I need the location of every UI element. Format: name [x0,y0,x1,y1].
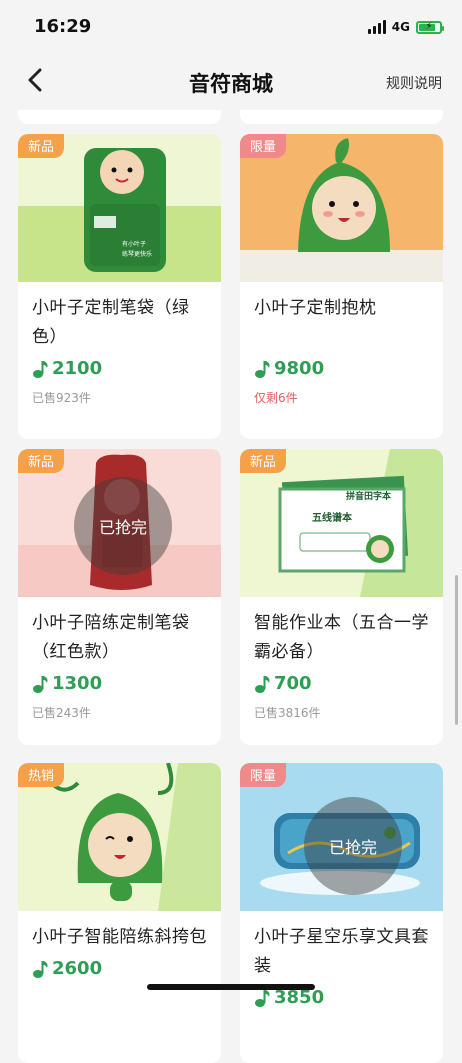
product-name: 小叶子定制笔袋（绿色） [32,298,190,347]
music-note-icon [255,675,270,693]
product-image: 有小叶子 练琴更快乐 新品 [18,134,221,282]
product-name: 小叶子智能陪练斜挎包 [32,927,207,947]
product-card-pillow[interactable]: 限量 小叶子定制抱枕 9800 仅剩6件 [240,134,443,439]
product-price: 1300 [32,673,207,694]
svg-text:有小叶子: 有小叶子 [122,240,146,248]
rules-link[interactable]: 规则说明 [386,73,442,93]
product-tag: 新品 [240,449,287,473]
product-price: 2100 [32,358,207,379]
scrollbar[interactable] [455,575,458,725]
sales-count: 已售243件 [32,706,91,720]
product-card-homework-book[interactable]: 五线谱本 拼音田字本 新品 智能作业本（五合一学霸必备） 700 已售3816件 [240,449,443,745]
sold-out-badge: 已抢完 [304,797,402,895]
product-card-green-pencil-case[interactable]: 有小叶子 练琴更快乐 新品 小叶子定制笔袋（绿色） 2100 已售923件 [18,134,221,439]
product-name: 智能作业本（五合一学霸必备） [254,613,429,662]
product-card-stationery-set[interactable]: 已抢完 限量 小叶子星空乐享文具套装 3850 [240,763,443,1063]
music-note-icon [33,960,48,978]
product-price: 700 [254,673,429,694]
product-tag: 限量 [240,763,287,787]
nav-bar: 音符商城 规则说明 [0,52,462,110]
music-note-icon [255,360,270,378]
product-price: 2600 [32,958,207,979]
product-card-red-pencil-case[interactable]: 已抢完 新品 小叶子陪练定制笔袋（红色款） 1300 已售243件 [18,449,221,745]
product-name: 小叶子星空乐享文具套装 [254,927,429,976]
sales-count: 已售3816件 [254,706,321,720]
sales-count: 已售923件 [32,391,91,405]
product-tag: 新品 [18,449,65,473]
product-price: 9800 [254,358,429,379]
product-tag: 新品 [18,134,65,158]
product-tag: 热销 [18,763,65,787]
svg-text:五线谱本: 五线谱本 [312,511,353,524]
music-note-icon [33,675,48,693]
product-card-crossbody-bag[interactable]: 热销 小叶子智能陪练斜挎包 2600 [18,763,221,1063]
home-indicator[interactable] [147,984,315,990]
product-image: 已抢完 限量 [240,763,443,911]
product-image: 已抢完 新品 [18,449,221,597]
product-image: 热销 [18,763,221,911]
signal-icon [367,20,386,34]
product-price: 3850 [254,987,429,1008]
card-stub-right [240,110,443,124]
product-image: 限量 [240,134,443,282]
system-icons: 4G ⚡ [367,18,444,36]
svg-text:练琴更快乐: 练琴更快乐 [122,250,152,258]
battery-charging-icon: ⚡ [416,20,444,34]
status-time: 16:29 [34,16,92,37]
product-image: 五线谱本 拼音田字本 新品 [240,449,443,597]
sold-out-badge: 已抢完 [74,477,172,575]
svg-text:拼音田字本: 拼音田字本 [346,490,392,502]
music-note-icon [33,360,48,378]
network-type: 4G [391,20,410,34]
product-tag: 限量 [240,134,287,158]
product-name: 小叶子陪练定制笔袋（红色款） [32,613,190,662]
product-name: 小叶子定制抱枕 [254,298,377,318]
status-bar: 16:29 4G ⚡ [0,0,462,52]
remaining-count: 仅剩6件 [254,391,298,405]
card-stub-left [18,110,221,124]
music-note-icon [255,989,270,1007]
